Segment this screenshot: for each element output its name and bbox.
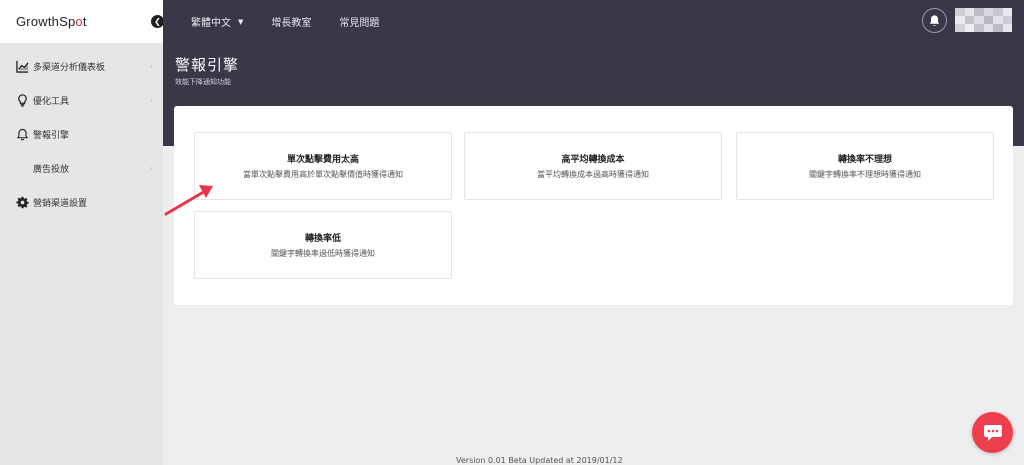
sidebar-item-label: 營銷渠道設置 [33,198,88,209]
alert-title: 轉換率低 [304,234,341,244]
alert-option-poor-conversion-rate[interactable]: 轉換率不理想 關鍵字轉換率不理想時獲得通知 [736,132,994,200]
gear-icon [15,195,29,209]
sidebar-item-label: 廣告投放 [33,164,70,175]
alert-option-low-conversion-rate[interactable]: 轉換率低 關鍵字轉換率過低時獲得通知 [194,211,452,279]
alert-description: 當平均轉換成本過高時獲得通知 [537,170,649,179]
topbar: 繁體中文 ▼ 增長教室 常見問題 [163,0,1024,43]
bell-icon [15,127,29,141]
alert-description: 關鍵字轉換率過低時獲得通知 [271,249,375,258]
chat-button[interactable] [972,412,1013,453]
annotation-arrow-icon [164,185,213,216]
sidebar-item-dashboard[interactable]: 多渠道分析儀表板 › [0,49,163,83]
chevron-right-icon: › [149,95,153,105]
sidebar-item-ad-delivery[interactable]: 廣告投放 › [0,151,163,185]
page-title: 警報引擎 [175,56,240,74]
logo[interactable]: GrowthSpot [16,14,87,29]
lightbulb-icon [15,93,29,107]
chevron-right-icon: › [149,163,153,173]
chat-bubble-icon [983,424,1002,441]
sidebar-nav: 多渠道分析儀表板 › 優化工具 › 警報引擎 廣告投放 › 營銷渠道設置 [0,43,163,219]
sidebar-item-label: 多渠道分析儀表板 [33,62,106,73]
faq-link[interactable]: 常見問題 [339,14,379,29]
sidebar-item-channel-settings[interactable]: 營銷渠道設置 [0,185,163,219]
alert-description: 關鍵字轉換率不理想時獲得通知 [809,170,921,179]
language-label: 繁體中文 [191,18,231,29]
alert-title: 高平均轉換成本 [561,155,625,165]
page-subtitle: 效能下降通知功能 [175,78,231,86]
sidebar-item-label: 警報引擎 [33,130,70,141]
alert-option-high-avg-conversion-cost[interactable]: 高平均轉換成本 當平均轉換成本過高時獲得通知 [464,132,722,200]
logo-bar: GrowthSpot ❮ [0,0,164,43]
sidebar: GrowthSpot ❮ 多渠道分析儀表板 › 優化工具 › 警報引擎 廣告投放… [0,0,164,465]
sidebar-item-label: 優化工具 [33,96,70,107]
alert-option-cpc-too-high[interactable]: 單次點擊費用太高 當單次點擊費用高於單次點擊價值時獲得通知 [194,132,452,200]
notification-bell-icon[interactable] [922,8,947,33]
sidebar-item-optimization[interactable]: 優化工具 › [0,83,163,117]
alert-options-card: 單次點擊費用太高 當單次點擊費用高於單次點擊價值時獲得通知 高平均轉換成本 當平… [174,106,1013,305]
language-selector[interactable]: 繁體中文 ▼ [191,14,244,30]
version-text: Version 0.01 Beta Updated at 2019/01/12 [456,456,623,465]
chart-icon [15,59,29,73]
caret-down-icon: ▼ [238,17,244,26]
alert-title: 單次點擊費用太高 [286,155,359,165]
sidebar-item-alert-engine[interactable]: 警報引擎 [0,117,163,151]
alert-description: 當單次點擊費用高於單次點擊價值時獲得通知 [243,170,403,179]
avatar[interactable] [955,8,1012,32]
chevron-right-icon: › [149,61,153,71]
growth-classroom-link[interactable]: 增長教室 [271,14,311,29]
alert-title: 轉換率不理想 [837,155,892,165]
